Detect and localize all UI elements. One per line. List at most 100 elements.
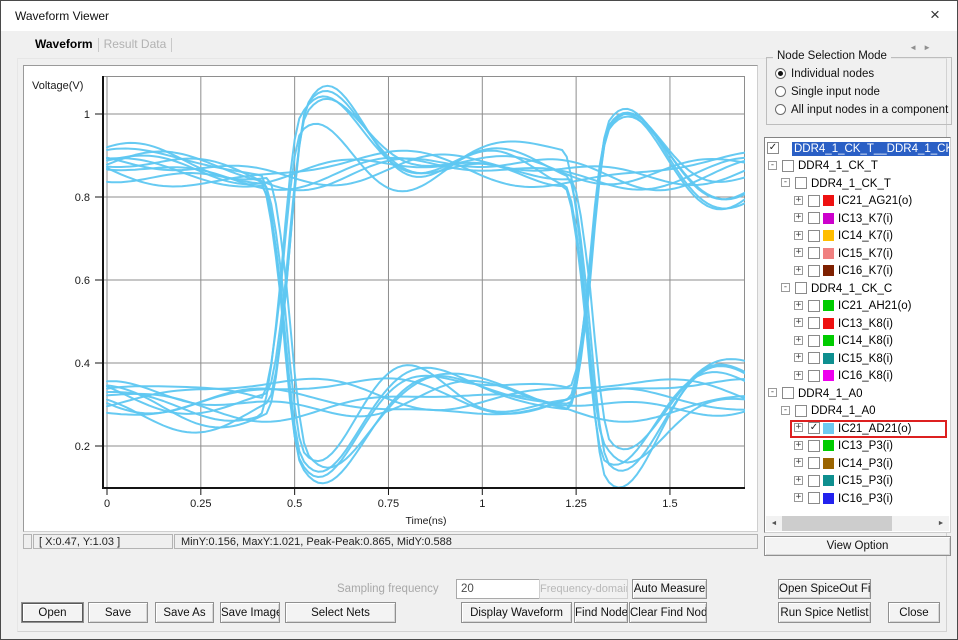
expand-icon[interactable]: + bbox=[794, 371, 803, 380]
scroll-left-icon[interactable]: ◄ bbox=[766, 516, 782, 531]
radio-button-icon[interactable] bbox=[775, 68, 786, 79]
tree-item-ddr4-1-a0[interactable]: - DDR4_1_A0 bbox=[765, 385, 950, 403]
collapse-icon[interactable]: - bbox=[781, 178, 790, 187]
node-checkbox[interactable] bbox=[795, 177, 807, 189]
save-image-button[interactable]: Save Image bbox=[220, 602, 280, 623]
clear-find-node-button[interactable]: Clear Find Node bbox=[629, 602, 707, 623]
tree-item-ic14-p3-i-[interactable]: + IC14_P3(i) bbox=[765, 455, 950, 473]
node-label[interactable]: IC14_P3(i) bbox=[838, 457, 893, 471]
node-checkbox[interactable] bbox=[808, 335, 820, 347]
node-checkbox[interactable] bbox=[808, 230, 820, 242]
node-checkbox[interactable] bbox=[808, 247, 820, 259]
tree-item-ddr4-1-ck-t[interactable]: - DDR4_1_CK_T bbox=[765, 175, 950, 193]
expand-icon[interactable]: + bbox=[794, 353, 803, 362]
expand-icon[interactable]: + bbox=[794, 493, 803, 502]
collapse-icon[interactable]: - bbox=[781, 406, 790, 415]
tree-item-ic13-k8-i-[interactable]: + IC13_K8(i) bbox=[765, 315, 950, 333]
tab-scroll-left-icon[interactable]: ◄ bbox=[909, 43, 923, 52]
tree-item-ic16-k7-i-[interactable]: +IC16_K7(i) bbox=[765, 263, 950, 281]
tab-scroll-right-icon[interactable]: ► bbox=[923, 43, 937, 52]
radio-single-input-node[interactable]: Single input node bbox=[775, 86, 880, 100]
tree-item-ic14-k8-i-[interactable]: +IC14_K8(i) bbox=[765, 333, 950, 351]
expand-icon[interactable]: + bbox=[794, 458, 803, 467]
radio-button-icon[interactable] bbox=[775, 86, 786, 97]
tree-item-ic14-k7-i-[interactable]: + IC14_K7(i) bbox=[765, 228, 950, 246]
node-checkbox[interactable] bbox=[795, 405, 807, 417]
node-label[interactable]: IC15_K7(i) bbox=[838, 247, 893, 261]
node-label[interactable]: IC15_P3(i) bbox=[838, 474, 893, 488]
select-nets-button[interactable]: Select Nets bbox=[285, 602, 396, 623]
tree-item-ddr4-1-ck-t[interactable]: - DDR4_1_CK_T bbox=[765, 158, 950, 176]
node-checkbox[interactable] bbox=[808, 457, 820, 469]
tab-scroll-arrows[interactable]: ◄► bbox=[909, 43, 937, 52]
node-checkbox[interactable] bbox=[808, 492, 820, 504]
expand-icon[interactable]: + bbox=[794, 476, 803, 485]
expand-icon[interactable]: + bbox=[794, 266, 803, 275]
radio-individual-nodes[interactable]: Individual nodes bbox=[775, 68, 874, 82]
tree-horizontal-scrollbar[interactable]: ◄ ► bbox=[766, 516, 949, 531]
tree-item-ic15-k7-i-[interactable]: +IC15_K7(i) bbox=[765, 245, 950, 263]
run-spice-netlist-button[interactable]: Run Spice Netlist bbox=[778, 602, 871, 623]
waveform-chart[interactable]: Voltage(V)10.80.60.40.200.250.50.7511.25… bbox=[26, 68, 755, 529]
node-label[interactable]: IC13_K7(i) bbox=[838, 212, 893, 226]
tree-item-ic16-p3-i-[interactable]: + IC16_P3(i) bbox=[765, 490, 950, 508]
open-spiceout-file-button[interactable]: Open SpiceOut File bbox=[778, 579, 871, 599]
collapse-icon[interactable]: - bbox=[781, 283, 790, 292]
node-label[interactable]: IC16_P3(i) bbox=[838, 492, 893, 506]
save-as-button[interactable]: Save As bbox=[155, 602, 214, 623]
collapse-icon[interactable]: - bbox=[768, 161, 777, 170]
tab-waveform[interactable]: Waveform bbox=[31, 37, 97, 51]
node-checkbox[interactable] bbox=[782, 387, 794, 399]
find-node-button[interactable]: Find Node bbox=[574, 602, 628, 623]
tree-item-ddr4-1-ck-c[interactable]: - DDR4_1_CK_C bbox=[765, 280, 950, 298]
tree-item-ic13-p3-i-[interactable]: + IC13_P3(i) bbox=[765, 438, 950, 456]
node-checkbox[interactable]: ✓ bbox=[767, 142, 779, 154]
node-label[interactable]: DDR4_1_A0 bbox=[811, 404, 876, 418]
node-checkbox[interactable] bbox=[808, 352, 820, 364]
node-label[interactable]: IC13_P3(i) bbox=[838, 439, 893, 453]
expand-icon[interactable]: + bbox=[794, 231, 803, 240]
node-label[interactable]: DDR4_1_CK_T__DDR4_1_CK_C_D bbox=[792, 142, 949, 156]
frequency-domain-button[interactable]: Frequency-domain bbox=[539, 579, 628, 599]
tree-item-ic15-k8-i-[interactable]: +IC15_K8(i) bbox=[765, 350, 950, 368]
expand-icon[interactable]: + bbox=[794, 301, 803, 310]
tree-item-ic21-ag21-o-[interactable]: + IC21_AG21(o) bbox=[765, 193, 950, 211]
auto-measure-button[interactable]: Auto Measure bbox=[632, 579, 707, 599]
node-label[interactable]: DDR4_1_A0 bbox=[798, 387, 863, 401]
scroll-right-icon[interactable]: ► bbox=[933, 516, 949, 531]
node-checkbox[interactable] bbox=[808, 475, 820, 487]
expand-icon[interactable]: + bbox=[794, 196, 803, 205]
expand-icon[interactable]: + bbox=[794, 336, 803, 345]
radio-button-icon[interactable] bbox=[775, 104, 786, 115]
tree-item-ic16-k8-i-[interactable]: +IC16_K8(i) bbox=[765, 368, 950, 386]
node-checkbox[interactable] bbox=[808, 265, 820, 277]
close-icon[interactable]: × bbox=[919, 2, 951, 29]
node-label[interactable]: IC21_AH21(o) bbox=[838, 299, 912, 313]
node-label[interactable]: DDR4_1_CK_T bbox=[798, 159, 878, 173]
node-label[interactable]: IC13_K8(i) bbox=[838, 317, 893, 331]
node-checkbox[interactable] bbox=[808, 370, 820, 382]
node-label[interactable]: IC21_AG21(o) bbox=[838, 194, 912, 208]
node-label[interactable]: IC14_K7(i) bbox=[838, 229, 893, 243]
tree-item-ic15-p3-i-[interactable]: + IC15_P3(i) bbox=[765, 473, 950, 491]
expand-icon[interactable]: + bbox=[794, 318, 803, 327]
node-tree[interactable]: ✓DDR4_1_CK_T__DDR4_1_CK_C_D-DDR4_1_CK_T-… bbox=[764, 137, 951, 533]
node-label[interactable]: DDR4_1_CK_C bbox=[811, 282, 892, 296]
radio-all-input-nodes[interactable]: All input nodes in a component bbox=[775, 104, 948, 118]
scrollbar-thumb[interactable] bbox=[782, 516, 892, 531]
node-checkbox[interactable] bbox=[795, 282, 807, 294]
tree-item-ic21-ad21-o-[interactable]: +✓IC21_AD21(o) bbox=[765, 420, 950, 438]
node-checkbox[interactable] bbox=[808, 212, 820, 224]
tab-result-data[interactable]: Result Data bbox=[100, 37, 171, 51]
tree-item-ddr4-1-a0[interactable]: - DDR4_1_A0 bbox=[765, 403, 950, 421]
display-waveform-button[interactable]: Display Waveform bbox=[461, 602, 572, 623]
expand-icon[interactable]: + bbox=[794, 441, 803, 450]
node-checkbox[interactable] bbox=[808, 440, 820, 452]
tree-item-ic13-k7-i-[interactable]: +IC13_K7(i) bbox=[765, 210, 950, 228]
collapse-icon[interactable]: - bbox=[768, 388, 777, 397]
view-option-button[interactable]: View Option bbox=[764, 536, 951, 556]
node-label[interactable]: DDR4_1_CK_T bbox=[811, 177, 891, 191]
node-checkbox[interactable] bbox=[782, 160, 794, 172]
open-button[interactable]: Open bbox=[21, 602, 84, 623]
node-checkbox[interactable] bbox=[808, 317, 820, 329]
